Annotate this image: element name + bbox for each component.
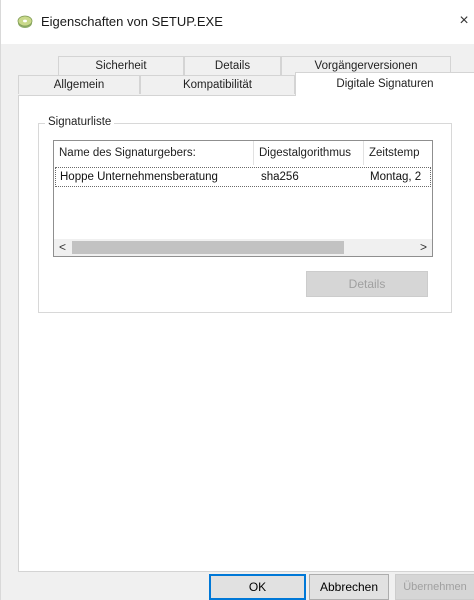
cell-timestamp: Montag, 2: [370, 171, 422, 183]
cell-digest: sha256: [261, 171, 299, 183]
window-title: Eigenschaften von SETUP.EXE: [41, 14, 223, 29]
tab-allgemein[interactable]: Allgemein: [18, 75, 140, 94]
ok-button[interactable]: OK: [209, 574, 306, 600]
tab-digitale-signaturen[interactable]: Digitale Signaturen: [295, 72, 474, 96]
close-icon[interactable]: ×: [453, 8, 474, 34]
column-header-digest[interactable]: Digestalgorithmus: [254, 141, 364, 165]
cancel-button[interactable]: Abbrechen: [309, 574, 389, 600]
scroll-right-icon[interactable]: >: [415, 239, 432, 256]
setup-disc-icon: [17, 14, 33, 30]
apply-button[interactable]: Übernehmen: [395, 574, 474, 600]
table-row[interactable]: Hoppe Unternehmensberatung sha256 Montag…: [55, 167, 431, 187]
tab-sicherheit[interactable]: Sicherheit: [58, 56, 184, 75]
column-header-signer[interactable]: Name des Signaturgebers:: [54, 141, 254, 165]
title-bar[interactable]: Eigenschaften von SETUP.EXE ×: [1, 0, 474, 44]
scroll-thumb[interactable]: [72, 241, 344, 254]
scroll-left-icon[interactable]: <: [54, 239, 71, 256]
tab-details[interactable]: Details: [184, 56, 281, 75]
cell-signer: Hoppe Unternehmensberatung: [60, 171, 218, 183]
group-label: Signaturliste: [45, 116, 115, 128]
properties-dialog: Eigenschaften von SETUP.EXE × Sicherheit…: [0, 0, 474, 600]
tab-kompatibilitaet[interactable]: Kompatibilität: [140, 75, 295, 94]
column-header-timestamp[interactable]: Zeitstemp: [364, 141, 432, 165]
signature-list[interactable]: Name des Signaturgebers: Digestalgorithm…: [53, 140, 433, 257]
details-button[interactable]: Details: [306, 271, 428, 297]
horizontal-scrollbar[interactable]: < >: [54, 239, 432, 256]
